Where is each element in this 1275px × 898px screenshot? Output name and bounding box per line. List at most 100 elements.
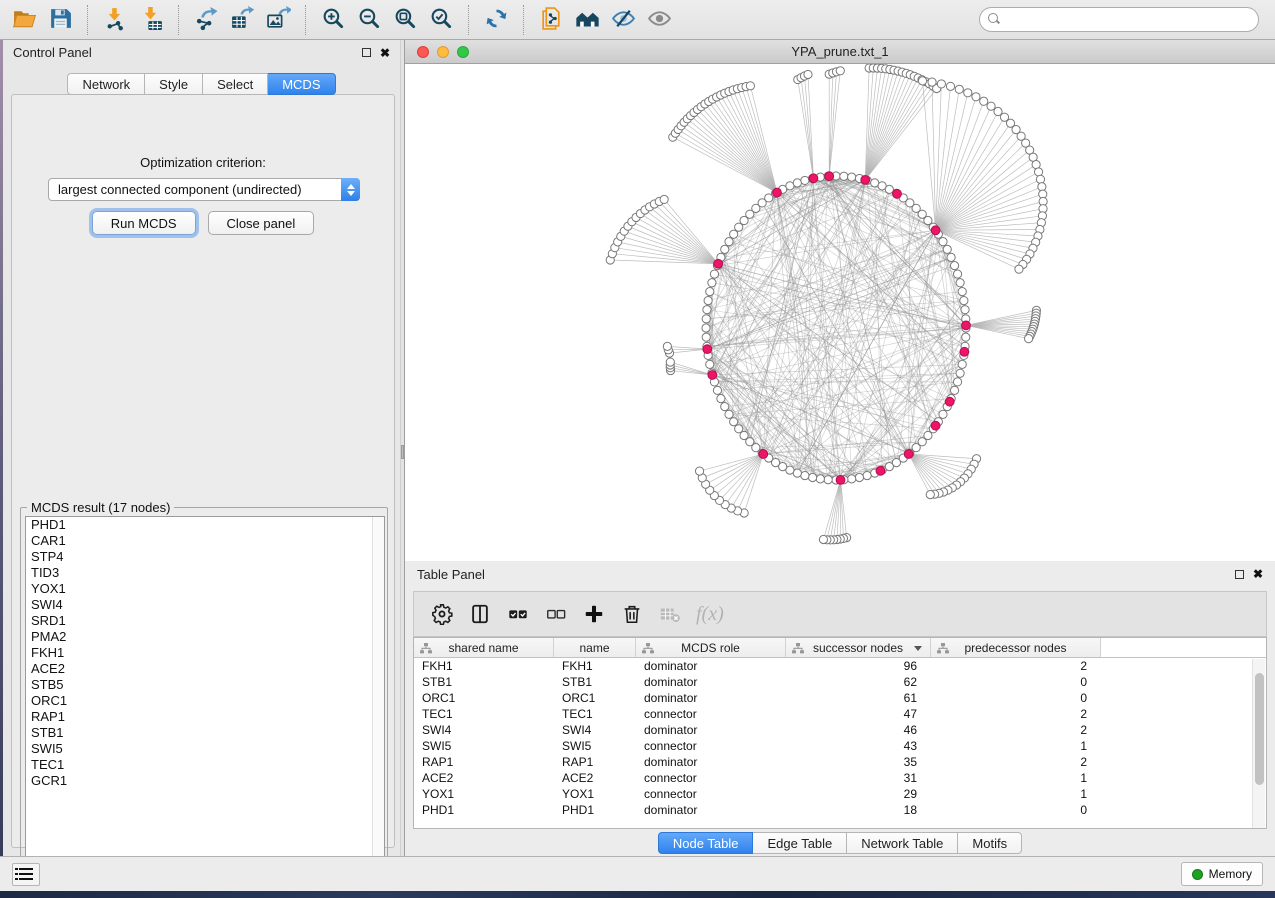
toggle-columns-button[interactable]: [464, 597, 496, 631]
ring-node[interactable]: [702, 315, 710, 323]
ring-node[interactable]: [706, 288, 714, 296]
ring-node[interactable]: [947, 253, 955, 261]
mcds-list-item[interactable]: SWI4: [26, 597, 384, 613]
tab-network[interactable]: Network: [67, 73, 145, 95]
criterion-dropdown[interactable]: largest connected component (undirected): [48, 178, 360, 201]
deselect-all-checks-button[interactable]: [540, 597, 572, 631]
mcds-node[interactable]: [825, 172, 834, 181]
zoom-out-button[interactable]: [351, 4, 387, 36]
ring-node[interactable]: [962, 333, 970, 341]
ring-node[interactable]: [725, 410, 733, 418]
ring-node[interactable]: [702, 324, 710, 332]
table-row[interactable]: YOX1YOX1connector291: [414, 786, 1266, 802]
ring-node[interactable]: [848, 173, 856, 181]
leaf-node[interactable]: [1015, 265, 1023, 273]
mcds-node[interactable]: [893, 189, 902, 198]
leaf-node[interactable]: [1036, 175, 1044, 183]
scrollbar-thumb[interactable]: [1255, 673, 1264, 785]
mcds-list-item[interactable]: STP4: [26, 549, 384, 565]
mcds-node[interactable]: [836, 476, 845, 485]
ring-node[interactable]: [956, 279, 964, 287]
ring-node[interactable]: [824, 476, 832, 484]
minimize-window-traffic-light[interactable]: [437, 46, 449, 58]
ring-node[interactable]: [953, 378, 961, 386]
mcds-list-item[interactable]: STB1: [26, 725, 384, 741]
close-panel-button[interactable]: Close panel: [208, 211, 315, 235]
mcds-list-item[interactable]: TID3: [26, 565, 384, 581]
table-row[interactable]: STB1STB1dominator620: [414, 674, 1266, 690]
ring-node[interactable]: [953, 270, 961, 278]
leaf-node[interactable]: [836, 67, 844, 75]
ring-node[interactable]: [816, 475, 824, 483]
ring-node[interactable]: [960, 297, 968, 305]
leaf-node[interactable]: [663, 342, 671, 350]
network-overview-houses-button[interactable]: [569, 4, 605, 36]
ring-node[interactable]: [721, 245, 729, 253]
mcds-node[interactable]: [809, 174, 818, 183]
hide-details-eye-button[interactable]: [605, 4, 641, 36]
ring-node[interactable]: [703, 306, 711, 314]
ring-node[interactable]: [735, 425, 743, 433]
ring-node[interactable]: [855, 473, 863, 481]
ring-node[interactable]: [808, 473, 816, 481]
ring-node[interactable]: [939, 238, 947, 246]
task-history-button[interactable]: [12, 863, 40, 886]
dropdown-stepper-icon[interactable]: [341, 178, 360, 201]
leaf-node[interactable]: [937, 80, 945, 88]
tab-style[interactable]: Style: [145, 73, 203, 95]
leaf-node[interactable]: [1038, 183, 1046, 191]
table-row[interactable]: ACE2ACE2connector311: [414, 770, 1266, 786]
add-row-plus-button[interactable]: [578, 597, 610, 631]
mcds-node[interactable]: [945, 397, 954, 406]
delete-rows-trash-button[interactable]: [616, 597, 648, 631]
ring-node[interactable]: [863, 471, 871, 479]
column-header-MCDS-role[interactable]: MCDS role: [636, 638, 786, 657]
column-header-shared-name[interactable]: shared name: [414, 638, 554, 657]
float-panel-icon[interactable]: [362, 48, 371, 57]
divider-grip[interactable]: [401, 445, 404, 459]
ring-node[interactable]: [704, 297, 712, 305]
leaf-node[interactable]: [987, 102, 995, 110]
zoom-in-button[interactable]: [315, 4, 351, 36]
mcds-list-scrollbar[interactable]: [372, 517, 384, 873]
import-network-button[interactable]: [97, 4, 133, 36]
leaf-node[interactable]: [746, 82, 754, 90]
ring-node[interactable]: [958, 360, 966, 368]
table-row[interactable]: RAP1RAP1dominator352: [414, 754, 1266, 770]
tab-mcds[interactable]: MCDS: [268, 73, 335, 95]
mcds-node[interactable]: [861, 175, 870, 184]
mcds-list-item[interactable]: PHD1: [26, 517, 384, 533]
ring-node[interactable]: [710, 270, 718, 278]
clone-network-button[interactable]: [533, 4, 569, 36]
close-window-traffic-light[interactable]: [417, 46, 429, 58]
mcds-node[interactable]: [759, 450, 768, 459]
table-row[interactable]: PHD1PHD1dominator180: [414, 802, 1266, 818]
ring-node[interactable]: [939, 410, 947, 418]
tab-select[interactable]: Select: [203, 73, 268, 95]
ring-node[interactable]: [717, 395, 725, 403]
mcds-result-list[interactable]: PHD1CAR1STP4TID3YOX1SWI4SRD1PMA2FKH1ACE2…: [25, 516, 385, 874]
leaf-node[interactable]: [695, 467, 703, 475]
mcds-node[interactable]: [773, 188, 782, 197]
close-panel-icon[interactable]: ✖: [380, 47, 390, 59]
mcds-node[interactable]: [960, 347, 969, 356]
table-row[interactable]: SWI5SWI5connector431: [414, 738, 1266, 754]
column-header-name[interactable]: name: [554, 638, 636, 657]
leaf-node[interactable]: [946, 82, 954, 90]
ring-node[interactable]: [950, 386, 958, 394]
zoom-fit-button[interactable]: [387, 4, 423, 36]
ring-node[interactable]: [706, 360, 714, 368]
ring-node[interactable]: [721, 403, 729, 411]
tab-motifs[interactable]: Motifs: [958, 832, 1022, 854]
network-window-titlebar[interactable]: YPA_prune.txt_1: [405, 40, 1275, 64]
ring-node[interactable]: [801, 471, 809, 479]
memory-button[interactable]: Memory: [1181, 862, 1263, 886]
zoom-selected-button[interactable]: [423, 4, 459, 36]
table-row[interactable]: TEC1TEC1connector472: [414, 706, 1266, 722]
ring-node[interactable]: [708, 279, 716, 287]
ring-node[interactable]: [730, 418, 738, 426]
mcds-list-item[interactable]: RAP1: [26, 709, 384, 725]
leaf-node[interactable]: [972, 93, 980, 101]
mcds-list-item[interactable]: YOX1: [26, 581, 384, 597]
leaf-node[interactable]: [804, 70, 812, 78]
